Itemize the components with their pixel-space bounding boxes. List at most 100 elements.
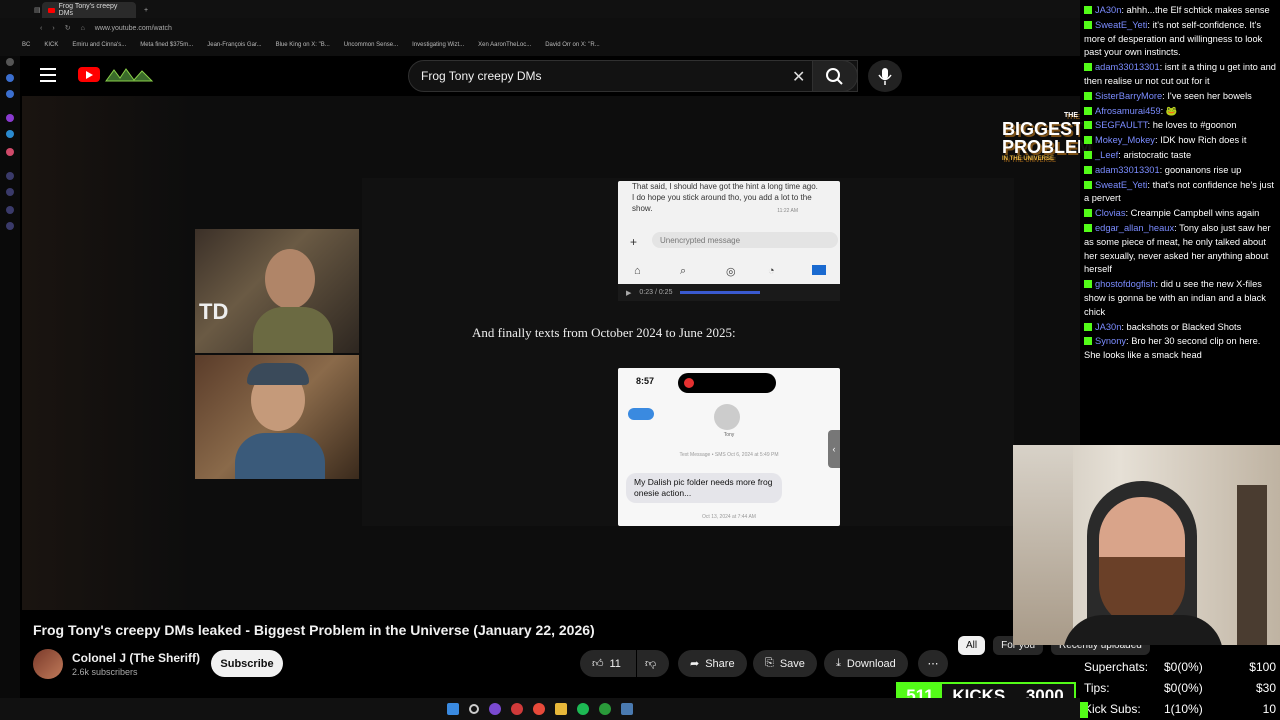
reload-icon[interactable]: ↻ [65,24,71,32]
channel-name[interactable]: Colonel J (The Sheriff) [72,651,200,665]
dynamic-island [678,373,776,393]
player-time: 0:23 / 0:25 [639,289,673,296]
chat-message: SEGFAULTT: he loves to #goonon [1084,119,1276,133]
bookmark-item[interactable]: Emiru and Cinna's... [72,42,126,48]
download-button[interactable]: ⤓ Download [824,650,908,677]
download-label: Download [846,657,896,670]
instagram-icon[interactable] [6,148,14,156]
thumbs-down-icon: 👎︎ [645,658,657,670]
dislike-button[interactable]: 👎︎ [637,650,669,677]
message-time: 11:22 AM [777,208,798,214]
play-icon: ▶ [626,289,632,297]
voice-search-button[interactable] [868,60,902,92]
chip-all[interactable]: All [958,636,986,655]
donation-stats: Superchats: $0(0%) $100 Tips: $0(0%) $30 Kic… [1080,658,1280,720]
more-actions-button[interactable]: ⋯ [918,650,948,677]
youtube-favicon-icon [48,7,55,13]
steam-icon[interactable] [621,703,633,715]
bookmark-item[interactable]: Meta fined $375m... [140,42,193,48]
slide-caption: And finally texts from October 2024 to J… [472,325,736,340]
live-chat: JA30n: ahhh...the Elf schtick makes sens… [1080,0,1280,444]
bookmark-item[interactable]: David Orr on X: "R... [545,42,599,48]
download-icon: ⤓ [836,657,841,669]
back-icon[interactable]: ‹ [40,25,42,32]
chat-message: Clovias: Creampie Campbell wins again [1084,207,1276,221]
bookmark-item[interactable]: KICK [44,42,58,48]
side-tab-icon: ‹ [828,430,840,468]
start-icon[interactable] [447,703,459,715]
folder-icon[interactable] [555,703,567,715]
chat-message: adam33013301: goonanons rise up [1084,164,1276,178]
save-button[interactable]: ⎘ Save [753,650,817,677]
home-icon[interactable]: ⌂ [81,25,85,32]
bookmark-item[interactable]: Uncommon Sense... [344,42,398,48]
tab-active[interactable]: Frog Tony's creepy DMs [42,2,136,18]
messenger-icon[interactable] [6,130,14,138]
more-icon: ⋯ [927,658,939,670]
chat-message: _Leef: aristocratic taste [1084,149,1276,163]
phone-clock: 8:57 [636,376,655,386]
subscribe-button[interactable]: Subscribe [211,650,283,677]
bookmark-item[interactable]: Blue King on X: "B... [276,42,330,48]
webcam-host-1: TD [195,229,359,353]
search-button[interactable] [812,60,858,92]
forward-icon[interactable]: › [52,25,54,32]
record-indicator-icon [684,378,694,388]
sidebar-app-icon[interactable] [6,58,14,66]
webcam-host-2 [195,355,359,479]
contact-avatar [714,404,740,430]
channel-avatar[interactable] [33,649,63,679]
clear-search-icon[interactable]: ✕ [792,67,805,87]
kick-badge-icon [1084,106,1092,115]
chrome-icon[interactable] [533,703,545,715]
bookmark-item[interactable]: Jean-François Gar... [207,42,261,48]
bell-icon: ◔ [768,265,775,277]
sidebar-app-icon[interactable] [6,114,14,122]
bookmark-item[interactable]: Xen AaronTheLoc... [478,42,531,48]
sidebar-app-icon[interactable] [6,206,14,214]
app-icon[interactable] [489,703,501,715]
chat-message: JA30n: backshots or Blacked Shots [1084,321,1276,335]
sidebar-app-icon[interactable] [6,90,14,98]
kick-badge-icon [1084,91,1092,100]
bookmark-item[interactable]: Investigating Wizt... [412,42,464,48]
search-icon [826,68,843,85]
tab-title: Frog Tony's creepy DMs [58,3,118,17]
kick-badge-icon [1084,6,1092,14]
share-button[interactable]: ➦ Share [678,650,747,677]
stat-row-kick-subs: Kick Subs: 1(10%) 10 [1084,702,1276,716]
kick-badge-icon [1084,180,1092,189]
search-icon[interactable] [469,704,479,714]
opera-icon[interactable] [511,703,523,715]
settings-icon[interactable] [6,222,14,230]
chat-message: Synony: Bro her 30 second clip on here. … [1084,336,1261,361]
chat-message: SweatE_Yeti: that's not confidence he's … [1084,179,1274,204]
youtube-logo-icon[interactable] [78,67,100,82]
xbox-icon[interactable] [599,703,611,715]
chat-message: ghostofdogfish: did u see the new X-file… [1084,279,1266,317]
like-button[interactable]: 👍︎ 11 [580,650,636,677]
plus-icon: + [630,235,638,249]
kick-badge-icon [1084,209,1092,218]
sidebar-app-icon[interactable] [6,74,14,82]
windows-taskbar [0,698,1080,720]
menu-icon[interactable] [40,68,56,82]
address-bar[interactable]: ‹ › ↻ ⌂ www.youtube.com/watch [40,21,1060,35]
url-text[interactable]: www.youtube.com/watch [95,25,172,32]
tab-strip: ▤ Frog Tony's creepy DMs + [0,0,1080,18]
search-query[interactable]: Frog Tony creepy DMs [421,69,542,83]
kick-badge-icon [1084,136,1092,145]
stat-row-tips: Tips: $0(0%) $30 [1084,681,1276,695]
spotify-icon[interactable] [577,703,589,715]
browser-sidebar [0,0,20,700]
search-icon: ⌕ [680,265,687,277]
kick-badge-icon [1084,322,1092,331]
like-count: 11 [609,657,621,670]
cap-icon [247,363,309,385]
new-tab-button[interactable]: + [138,2,154,18]
message-footer: Oct 13, 2024 at 7:44 AM [702,514,756,520]
sidebar-app-icon[interactable] [6,188,14,196]
custom-logo-icon[interactable] [104,66,154,84]
bookmark-item[interactable]: BC [22,42,30,48]
sidebar-app-icon[interactable] [6,172,14,180]
